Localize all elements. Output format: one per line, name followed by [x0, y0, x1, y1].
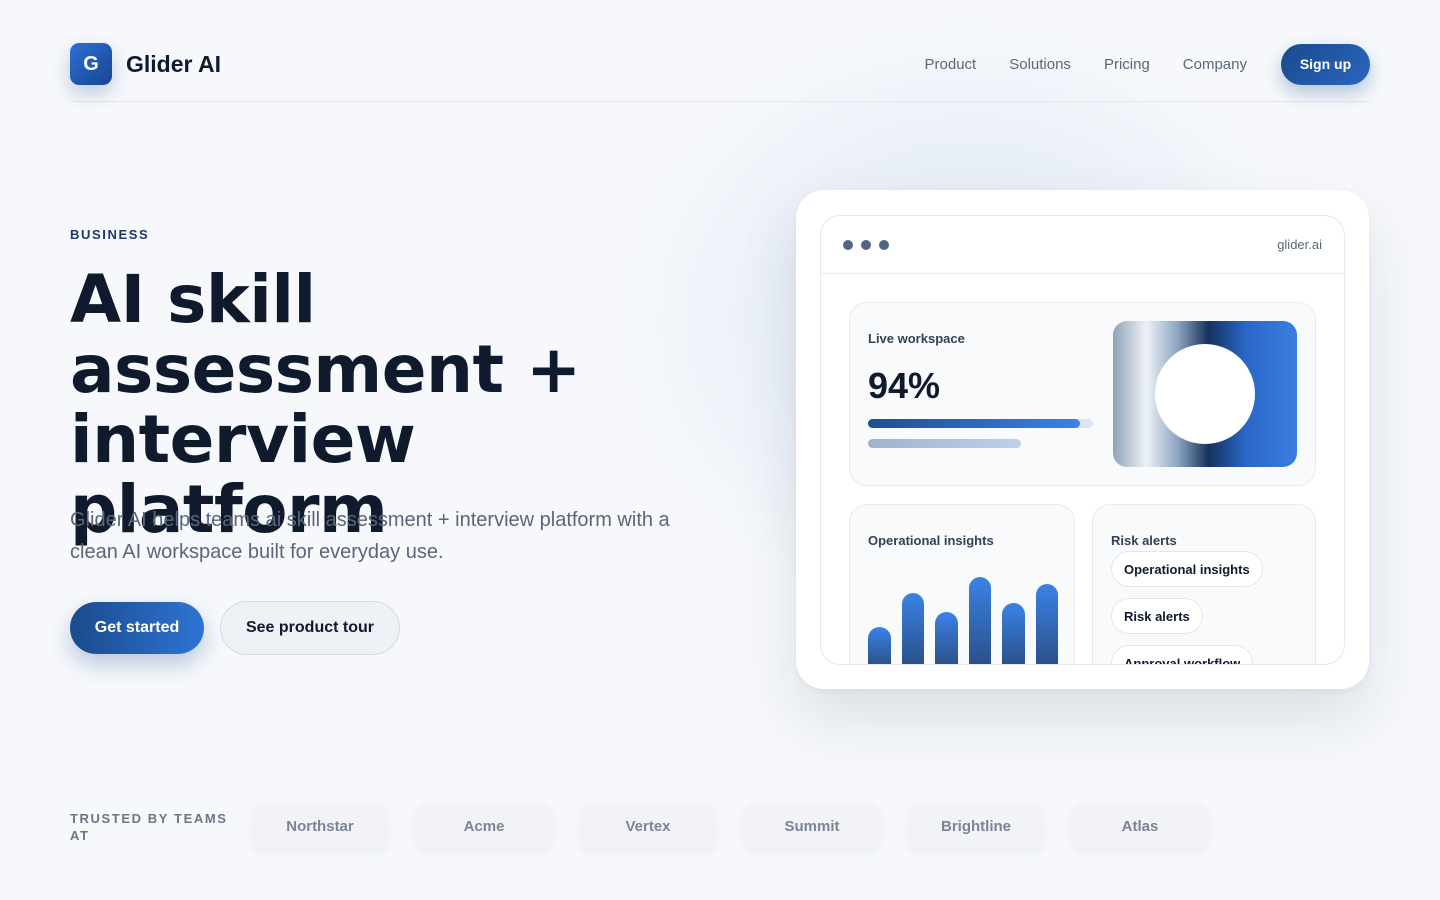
insights-bar — [1002, 603, 1025, 664]
circle-shape — [1155, 344, 1255, 444]
customer-logo-summit: Summit — [744, 804, 880, 848]
customer-logo-acme: Acme — [416, 804, 552, 848]
hero-headline: AI skill assessment + interview platform — [70, 261, 581, 548]
customer-logo-brightline: Brightline — [908, 804, 1044, 848]
live-workspace-card: Live workspace 94% — [849, 302, 1316, 486]
nav-item-product[interactable]: Product — [925, 56, 977, 73]
nav-item-solutions[interactable]: Solutions — [1009, 56, 1071, 73]
insights-bar — [968, 577, 991, 664]
main-nav: Product Solutions Pricing Company Sign u… — [925, 36, 1370, 92]
window-dot-icon — [843, 239, 853, 250]
trusted-by-label: TRUSTED BY TEAMS AT — [70, 811, 228, 843]
insights-bar — [1035, 584, 1058, 664]
gradient-art-image — [1113, 321, 1297, 467]
mockup-window: glider.ai Live workspace 94% Operational… — [820, 215, 1345, 665]
customer-logos: Northstar Acme Vertex Summit Brightline … — [252, 804, 1208, 848]
pill-risk-alerts[interactable]: Risk alerts — [1111, 598, 1203, 634]
risk-alerts-label: Risk alerts — [1111, 533, 1177, 548]
progress-bar — [868, 419, 1093, 428]
logo-icon: G — [70, 43, 112, 85]
site-header: G Glider AI Product Solutions Pricing Co… — [70, 40, 1370, 102]
pill-approval-workflow[interactable]: Approval workflow — [1111, 645, 1254, 664]
nav-item-company[interactable]: Company — [1183, 56, 1247, 73]
get-started-button[interactable]: Get started — [70, 602, 204, 654]
mockup-titlebar: glider.ai — [821, 216, 1344, 274]
insights-bar — [868, 627, 891, 664]
risk-alerts-card: Risk alerts Operational insights Risk al… — [1092, 504, 1316, 664]
product-tour-button[interactable]: See product tour — [220, 601, 400, 655]
brand-name: Glider AI — [126, 50, 221, 77]
hero-eyebrow: BUSINESS — [70, 227, 150, 242]
mockup-url: glider.ai — [1277, 237, 1322, 252]
hero-subtitle: Glider AI helps teams ai skill assessmen… — [70, 509, 670, 563]
customer-logo-atlas: Atlas — [1072, 804, 1208, 848]
operational-insights-label: Operational insights — [868, 533, 994, 548]
brand[interactable]: G Glider AI — [70, 40, 221, 88]
secondary-progress-bar — [868, 439, 1021, 448]
window-dots — [843, 239, 889, 250]
window-dot-icon — [861, 239, 871, 250]
progress-bar-fill — [868, 419, 1080, 428]
operational-insights-card: Operational insights — [849, 504, 1075, 664]
customer-logo-vertex: Vertex — [580, 804, 716, 848]
live-workspace-value: 94% — [868, 365, 941, 406]
nav-item-pricing[interactable]: Pricing — [1104, 56, 1150, 73]
insights-bar — [935, 612, 958, 664]
product-mockup: glider.ai Live workspace 94% Operational… — [796, 190, 1369, 689]
window-dot-icon — [879, 239, 889, 250]
sign-up-button[interactable]: Sign up — [1281, 43, 1370, 85]
customer-logo-northstar: Northstar — [252, 804, 388, 848]
insights-bar — [901, 593, 924, 664]
insights-bar-chart — [868, 575, 1058, 664]
pill-operational-insights[interactable]: Operational insights — [1111, 551, 1263, 587]
live-workspace-label: Live workspace — [868, 331, 965, 346]
